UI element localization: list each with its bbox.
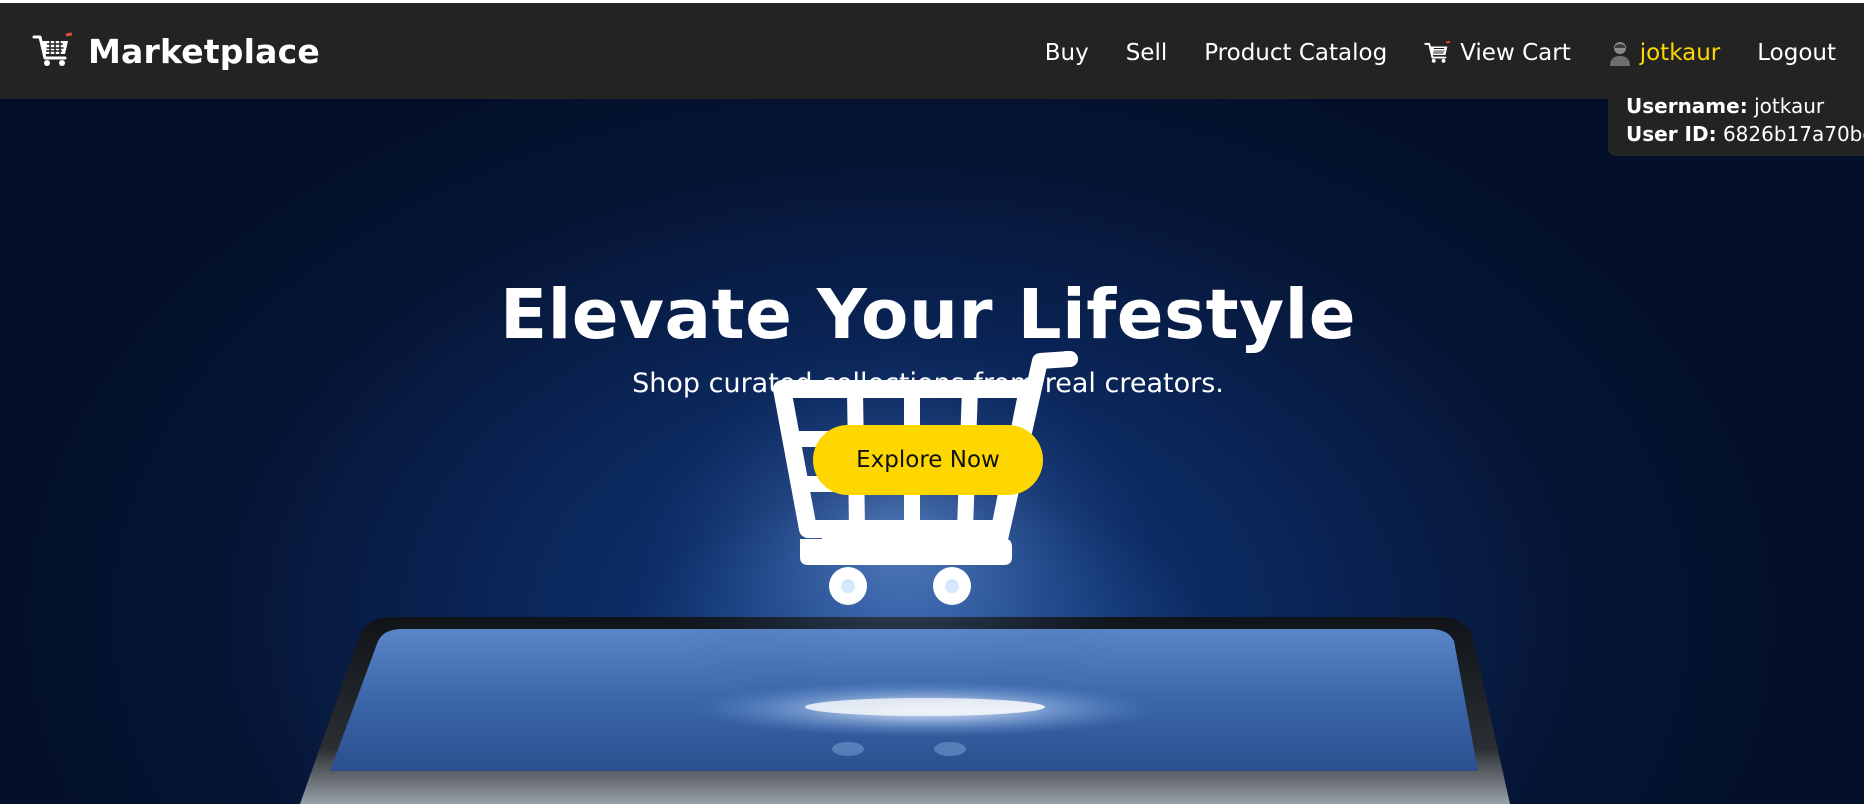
nav-catalog-link[interactable]: Product Catalog [1204,40,1387,66]
hero-subtitle: Shop curated collections from real creat… [632,368,1224,399]
popover-userid-value: 6826b17a70bed7 [1722,122,1864,146]
hero-section: Elevate Your Lifestyle Shop curated coll… [0,99,1864,804]
popover-userid-row: User ID: 6826b17a70bed7 [1626,120,1864,148]
popover-username-value: jotkaur [1754,94,1825,118]
username-label: jotkaur [1639,40,1721,66]
popover-userid-label: User ID: [1626,122,1717,146]
page: Marketplace Buy Sell Product Catalog Vie… [0,0,1864,804]
view-cart-label: View Cart [1460,40,1571,66]
nav-sell-link[interactable]: Sell [1126,40,1168,66]
brand[interactable]: Marketplace [32,31,320,71]
nav-user-link[interactable]: jotkaur [1608,39,1721,67]
brand-name: Marketplace [88,31,320,71]
user-info-popover: Username: jotkaur User ID: 6826b17a70bed… [1608,84,1864,156]
navbar: Marketplace Buy Sell Product Catalog Vie… [0,3,1864,99]
nav-buy-link[interactable]: Buy [1045,40,1089,66]
hero-title: Elevate Your Lifestyle [499,275,1357,356]
popover-username-row: Username: jotkaur [1626,92,1864,120]
shopping-cart-icon [1424,40,1451,63]
nav-view-cart-link[interactable]: View Cart [1424,40,1571,66]
explore-now-button[interactable]: Explore Now [813,425,1043,495]
nav-logout-link[interactable]: Logout [1757,40,1836,66]
shopping-cart-icon [32,32,72,66]
popover-username-label: Username: [1626,94,1748,118]
user-icon [1609,42,1630,66]
